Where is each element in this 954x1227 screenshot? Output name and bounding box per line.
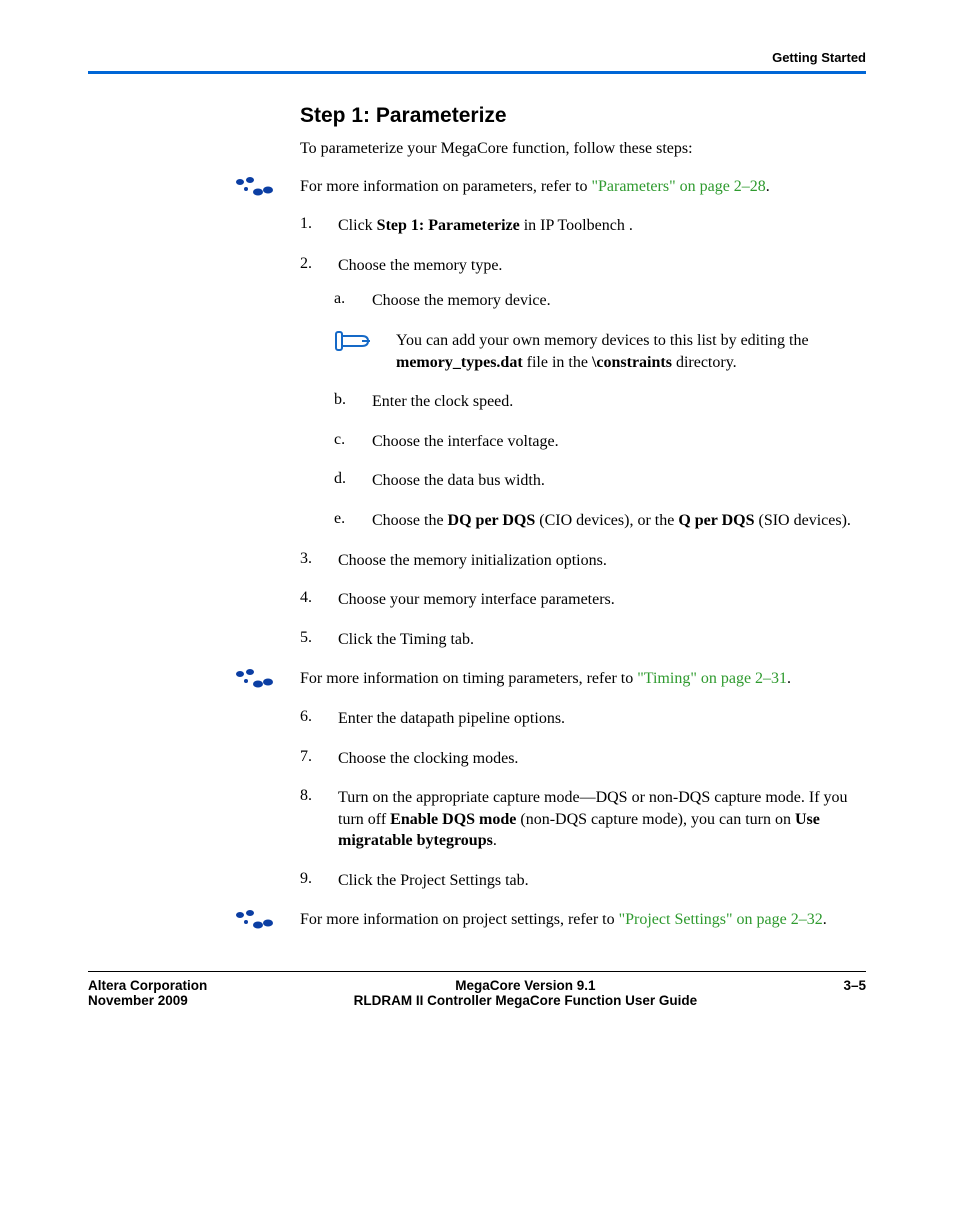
section-heading: Step 1: Parameterize	[300, 104, 866, 128]
step-6: 6. Enter the datapath pipeline options.	[300, 708, 866, 730]
step-8: 8. Turn on the appropriate capture mode—…	[300, 787, 866, 852]
footer-page-number: 3–5	[843, 978, 866, 993]
intro-paragraph: To parameterize your MegaCore function, …	[300, 138, 866, 160]
feet-icon	[230, 909, 276, 938]
note-timing: For more information on timing parameter…	[300, 668, 866, 690]
feet-icon	[230, 668, 276, 697]
header-rule	[88, 71, 866, 74]
step-2-note: You can add your own memory devices to t…	[334, 330, 866, 373]
step-9: 9. Click the Project Settings tab.	[300, 870, 866, 892]
step-1: 1. Click Step 1: Parameterize in IP Tool…	[300, 215, 866, 237]
step-2e: e. Choose the DQ per DQS (CIO devices), …	[334, 510, 866, 532]
link-timing[interactable]: "Timing" on page 2–31	[637, 670, 787, 687]
step-4: 4. Choose your memory interface paramete…	[300, 589, 866, 611]
footer-doc-title: RLDRAM II Controller MegaCore Function U…	[207, 993, 843, 1008]
note-project-settings: For more information on project settings…	[300, 909, 866, 931]
footer-date: November 2009	[88, 993, 207, 1008]
link-project-settings[interactable]: "Project Settings" on page 2–32	[619, 911, 823, 928]
step-3: 3. Choose the memory initialization opti…	[300, 550, 866, 572]
step-7: 7. Choose the clocking modes.	[300, 748, 866, 770]
footer-company: Altera Corporation	[88, 978, 207, 993]
step-2b: b. Enter the clock speed.	[334, 391, 866, 413]
step-5: 5. Click the Timing tab.	[300, 629, 866, 651]
link-parameters[interactable]: "Parameters" on page 2–28	[591, 178, 765, 195]
running-header: Getting Started	[88, 50, 866, 65]
pointing-hand-icon	[334, 330, 392, 357]
step-2d: d. Choose the data bus width.	[334, 470, 866, 492]
page-footer: Altera Corporation November 2009 MegaCor…	[88, 971, 866, 1008]
footer-version: MegaCore Version 9.1	[207, 978, 843, 993]
feet-icon	[230, 176, 276, 205]
step-2a: a. Choose the memory device.	[334, 290, 866, 312]
step-2: 2. Choose the memory type. a. Choose the…	[300, 255, 866, 532]
note-parameters: For more information on parameters, refe…	[300, 176, 866, 198]
step-2c: c. Choose the interface voltage.	[334, 431, 866, 453]
